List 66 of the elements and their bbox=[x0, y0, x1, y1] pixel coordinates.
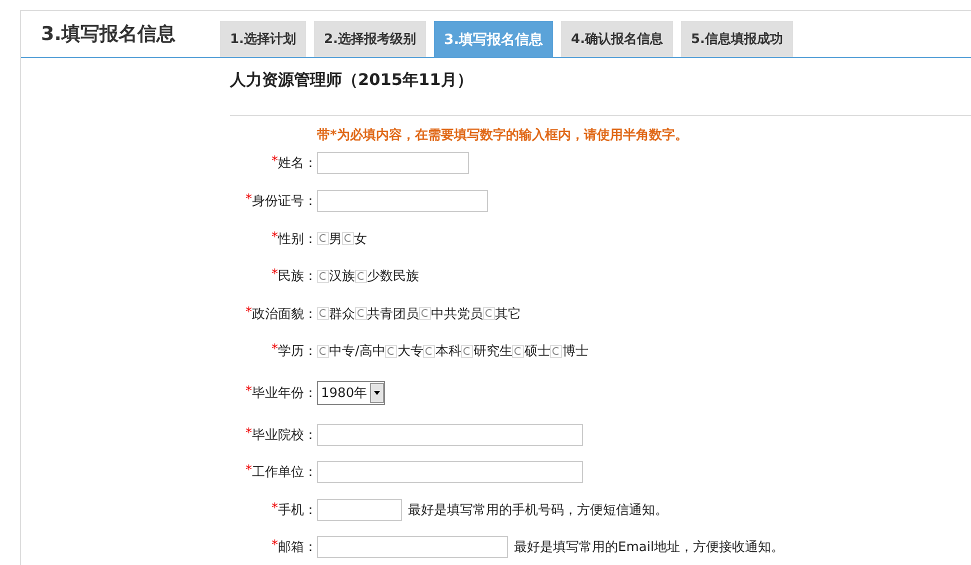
required-mark: * bbox=[246, 463, 252, 480]
hint-text: 最好是填写常用的手机号码，方便短信通知。 bbox=[408, 502, 668, 518]
radio-label: 其它 bbox=[495, 306, 521, 322]
radio-button[interactable] bbox=[483, 307, 495, 320]
radio-button[interactable] bbox=[317, 307, 329, 320]
radio-label: 硕士 bbox=[524, 343, 550, 360]
radio-label: 大专 bbox=[397, 343, 424, 360]
radio-label: 女 bbox=[354, 230, 367, 248]
required-mark: * bbox=[246, 426, 252, 442]
input-field[interactable] bbox=[317, 461, 583, 483]
radio-button[interactable] bbox=[317, 270, 329, 282]
required-mark: * bbox=[272, 267, 278, 284]
radio-label: 群众 bbox=[329, 306, 355, 322]
radio-label: 少数民族 bbox=[367, 268, 419, 285]
step-tab[interactable]: 1.选择计划 bbox=[220, 21, 306, 57]
field-label: 身份证号： bbox=[252, 193, 317, 210]
step-tab[interactable]: 4.确认报名信息 bbox=[561, 21, 674, 57]
required-mark: * bbox=[246, 384, 252, 401]
step-tab[interactable]: 5.信息填报成功 bbox=[681, 21, 793, 57]
radio-button[interactable] bbox=[512, 344, 524, 358]
field-label: 邮箱： bbox=[278, 539, 317, 556]
field-label: 政治面貌： bbox=[252, 306, 317, 322]
radio-button[interactable] bbox=[423, 344, 436, 358]
radio-button[interactable] bbox=[317, 344, 329, 358]
required-mark: * bbox=[272, 342, 278, 359]
required-mark: * bbox=[246, 304, 252, 322]
radio-button[interactable] bbox=[385, 344, 398, 358]
required-mark: * bbox=[272, 538, 278, 555]
field-label: 学历： bbox=[278, 343, 317, 360]
field-label: 民族： bbox=[278, 268, 317, 285]
page-title: 3.填写报名信息 bbox=[40, 22, 176, 47]
radio-label: 中专/高中 bbox=[329, 343, 386, 360]
radio-label: 研究生 bbox=[473, 343, 512, 360]
radio-label: 本科 bbox=[435, 343, 462, 360]
radio-button[interactable] bbox=[355, 307, 367, 320]
required-mark: * bbox=[246, 192, 252, 209]
required-mark: * bbox=[272, 500, 278, 518]
radio-label: 汉族 bbox=[329, 268, 355, 285]
radio-label: 男 bbox=[329, 230, 342, 248]
input-field[interactable] bbox=[317, 152, 469, 174]
radio-button[interactable] bbox=[317, 232, 329, 245]
radio-button[interactable] bbox=[342, 232, 354, 245]
input-field[interactable] bbox=[317, 424, 583, 446]
field-label: 手机： bbox=[278, 502, 317, 518]
radio-button[interactable] bbox=[550, 344, 562, 358]
radio-button[interactable] bbox=[355, 270, 367, 282]
field-label: 性别： bbox=[278, 230, 317, 248]
hint-text: 最好是填写常用的Email地址，方便接收通知。 bbox=[514, 539, 784, 556]
field-label: 毕业院校： bbox=[252, 426, 317, 444]
year-select[interactable]: 1980年 bbox=[317, 381, 386, 405]
radio-button[interactable] bbox=[419, 307, 431, 320]
notice-text: 带*为必填内容，在需要填写数字的输入框内，请使用半角数字。 bbox=[316, 126, 689, 144]
field-label: 工作单位： bbox=[252, 464, 317, 481]
radio-label: 博士 bbox=[562, 343, 588, 360]
radio-button[interactable] bbox=[461, 344, 474, 358]
radio-label: 中共党员 bbox=[431, 306, 483, 322]
exam-title: 人力资源管理师（2015年11月） bbox=[230, 69, 474, 91]
input-field[interactable] bbox=[317, 536, 508, 558]
radio-label: 共青团员 bbox=[367, 306, 419, 322]
required-mark: * bbox=[272, 230, 278, 244]
required-mark: * bbox=[272, 154, 278, 171]
input-field[interactable] bbox=[317, 498, 402, 520]
input-field[interactable] bbox=[317, 190, 488, 212]
field-label: 毕业年份： bbox=[252, 385, 317, 402]
step-tab[interactable]: 2.选择报考级别 bbox=[314, 21, 426, 57]
field-label: 姓名： bbox=[278, 155, 317, 172]
